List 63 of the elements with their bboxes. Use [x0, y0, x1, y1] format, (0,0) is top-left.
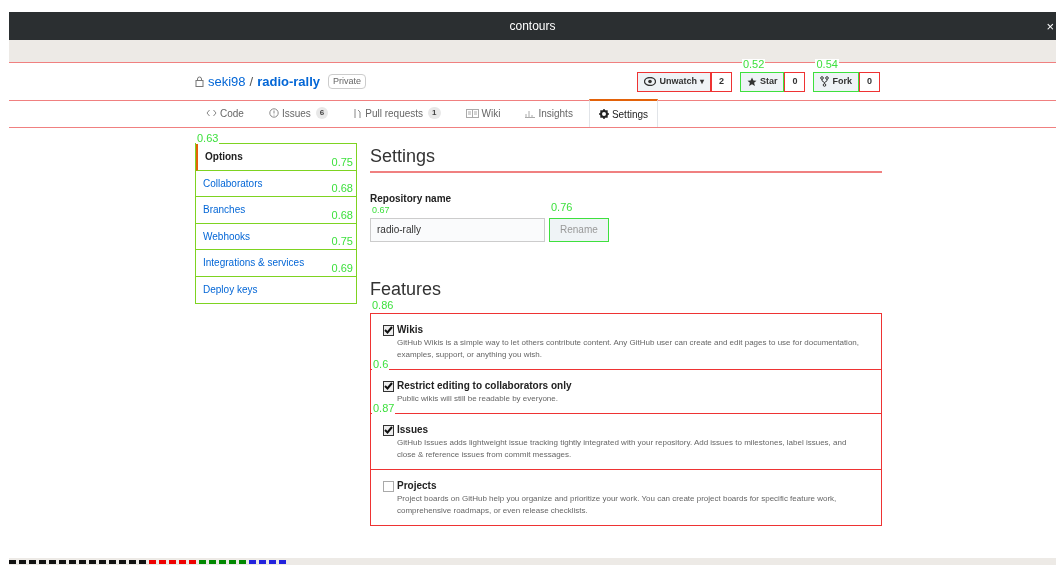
score-label: 0.75	[330, 156, 354, 168]
fork-button[interactable]: Fork	[813, 71, 859, 92]
bar-graph-icon	[525, 108, 536, 118]
sidebar-item[interactable]: Integrations & services 0.69	[196, 250, 356, 277]
features-heading: Features	[370, 277, 443, 301]
score-label: 0.67	[372, 206, 390, 215]
score-label: 0.75	[330, 236, 354, 247]
star-count: 0	[784, 71, 806, 92]
watch-button[interactable]: Unwatch ▾	[637, 71, 711, 92]
star-button[interactable]: Star	[739, 71, 785, 92]
score-label: 0.63	[196, 133, 220, 144]
window-title: contours	[509, 18, 556, 35]
feature-title: Wikis	[397, 322, 425, 337]
repository-name-field[interactable]: radio-rally	[370, 217, 545, 242]
path-separator: /	[249, 72, 254, 91]
score-label: 0.76	[551, 202, 573, 213]
sidebar-item[interactable]: Options 0.75	[196, 144, 356, 171]
settings-icon	[598, 109, 609, 119]
star-icon	[746, 76, 757, 87]
issue-icon	[268, 108, 279, 118]
repo-tab[interactable]: Pull requests 1	[344, 99, 450, 127]
checkbox[interactable]	[383, 424, 394, 436]
sidebar-item[interactable]: Deploy keys	[196, 276, 356, 303]
score-label: 0.52	[741, 58, 766, 70]
feature-description: GitHub Wikis is a simple way to let others contribute content. Any GitHub user can create and edit pages to use for documentation, examples, support, or anything you wish.	[397, 336, 860, 361]
private-badge: Private	[328, 73, 367, 90]
checkbox[interactable]	[383, 480, 394, 492]
feature-title: Restrict editing to collaborators only	[397, 378, 572, 393]
repo-tab[interactable]: Insights	[516, 99, 582, 127]
repo-tab[interactable]: Code	[197, 99, 253, 127]
repo-owner-link[interactable]: seki98	[208, 71, 246, 92]
score-label: 0.6	[372, 358, 390, 370]
feature-description: Project boards on GitHub help you organize and prioritize your work. You can create project boards for specific feature work, comprehensive roadmaps, or even release checklists.	[397, 492, 838, 517]
code-icon	[206, 109, 217, 117]
repo-tab[interactable]: Settings	[588, 99, 659, 127]
field-label: Repository name	[370, 192, 452, 206]
checkbox[interactable]	[383, 380, 394, 392]
checkbox[interactable]	[383, 324, 394, 336]
score-label: 0.54	[815, 58, 839, 70]
repo-name-link[interactable]: radio-rally	[257, 71, 321, 92]
book-icon	[465, 108, 479, 118]
pull-request-icon	[353, 107, 363, 119]
feature-title: Projects	[397, 478, 438, 493]
lock-icon	[195, 76, 204, 87]
score-label: 0.69	[330, 262, 354, 274]
feature-description: GitHub Issues adds lightweight issue tracking tightly integrated with your repository. Add issues to milestones, label issues, and close & reference issues from commit messages.	[397, 436, 848, 461]
close-button[interactable]: ×	[1046, 19, 1054, 33]
repo-tab[interactable]: Issues 6	[259, 99, 338, 127]
fork-count: 0	[859, 71, 880, 92]
fork-icon	[820, 76, 830, 87]
repo-tab[interactable]: Wiki	[456, 99, 510, 127]
feature-title: Issues	[397, 422, 430, 437]
sidebar-item[interactable]: Collaborators 0.68	[196, 170, 356, 197]
eye-icon	[644, 77, 657, 86]
score-label: 0.68	[330, 209, 354, 221]
sidebar-item[interactable]: Branches 0.68	[196, 197, 356, 224]
score-label: 0.87	[372, 402, 396, 414]
watch-count: 2	[710, 71, 732, 92]
feature-description: Public wikis will still be readable by everyone.	[397, 392, 559, 405]
score-label: 0.68	[330, 183, 354, 194]
sidebar-item[interactable]: Webhooks 0.75	[196, 223, 356, 250]
settings-heading: Settings	[370, 145, 437, 168]
score-label: 0.86	[372, 299, 394, 311]
